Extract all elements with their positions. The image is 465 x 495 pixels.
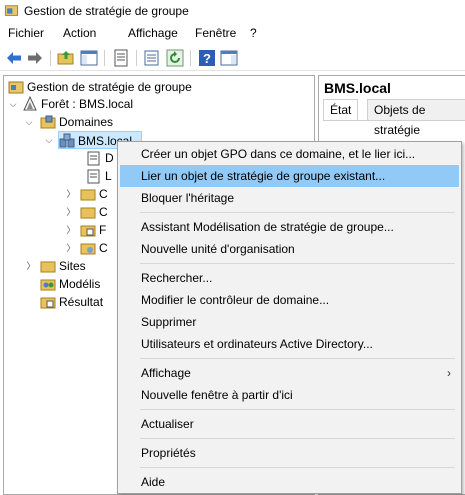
gpo-link-icon [87, 151, 100, 166]
menu-item-new-ou[interactable]: Nouvelle unité d'organisation [120, 238, 459, 260]
domain-icon [59, 133, 75, 148]
chevron-right-icon[interactable]: 〉 [66, 203, 76, 221]
gpo-link-icon [87, 169, 100, 184]
tree-item-sites[interactable]: Sites [40, 257, 120, 275]
console-pane-icon[interactable] [220, 49, 238, 67]
tree-item-modeling[interactable]: Modélis [40, 275, 120, 293]
forward-arrow-icon[interactable] [26, 49, 44, 67]
tab-etat[interactable]: État [323, 99, 359, 121]
gpmc-app-icon [4, 5, 19, 16]
tree-item-child[interactable]: C [80, 203, 120, 221]
refresh-icon[interactable] [166, 49, 184, 67]
wmi-folder-icon [80, 243, 96, 255]
menu-action[interactable]: Action [63, 26, 96, 40]
menu-help[interactable]: ? [250, 26, 257, 40]
menu-affichage[interactable]: Affichage [128, 26, 178, 40]
tree-label: Forêt : BMS.local [41, 97, 134, 111]
context-menu: Créer un objet GPO dans ce domaine, et l… [117, 141, 462, 494]
tree-item-child[interactable]: C [80, 239, 120, 257]
tree-label: C [99, 187, 108, 201]
menu-item-create-gpo[interactable]: Créer un objet GPO dans ce domaine, et l… [120, 143, 459, 165]
window-title: Gestion de stratégie de groupe [24, 4, 189, 18]
menu-item-aduc[interactable]: Utilisateurs et ordinateurs Active Direc… [120, 333, 459, 355]
tree-item-child[interactable]: F [80, 221, 120, 239]
toolbar: ? [0, 45, 465, 71]
results-icon [40, 297, 56, 309]
show-hide-tree-icon[interactable] [80, 49, 98, 67]
tree-item-gpmc-root[interactable]: Gestion de stratégie de groupe [8, 78, 308, 96]
toolbar-separator [190, 50, 191, 66]
title-bar: Gestion de stratégie de groupe [0, 0, 465, 22]
menu-fenetre[interactable]: Fenêtre [195, 26, 236, 40]
sites-folder-icon [40, 261, 56, 273]
toolbar-separator [104, 50, 105, 66]
chevron-down-icon[interactable]: ⌵ [8, 95, 18, 113]
menu-item-refresh[interactable]: Actualiser [120, 413, 459, 435]
export-list-icon[interactable] [143, 49, 161, 67]
chevron-right-icon[interactable]: 〉 [66, 185, 76, 203]
tree-item-forest[interactable]: Forêt : BMS.local [22, 95, 302, 113]
menu-fichier[interactable]: Fichier [8, 26, 44, 40]
gpmc-icon [8, 81, 24, 94]
forest-icon [23, 96, 37, 111]
chevron-right-icon: › [447, 366, 451, 380]
ou-folder-icon [80, 189, 96, 201]
gpo-folder-icon [80, 225, 96, 237]
chevron-right-icon[interactable]: 〉 [66, 221, 76, 239]
details-title: BMS.local [324, 80, 391, 96]
tree-label: F [99, 223, 107, 237]
tree-label: C [99, 205, 108, 219]
menu-separator [140, 358, 455, 359]
modeling-icon [40, 279, 56, 291]
help-icon[interactable]: ? [198, 49, 216, 67]
menu-separator [140, 438, 455, 439]
menu-separator [140, 409, 455, 410]
menu-bar: Fichier Action Affichage Fenêtre ? [0, 23, 465, 43]
tree-label: Modélis [59, 277, 101, 291]
menu-item-block-inheritance[interactable]: Bloquer l'héritage [120, 187, 459, 209]
menu-item-new-window[interactable]: Nouvelle fenêtre à partir d'ici [120, 384, 459, 406]
svg-text:?: ? [203, 51, 211, 66]
tree-item-domains[interactable]: Domaines [40, 113, 300, 131]
menu-separator [140, 263, 455, 264]
menu-item-search[interactable]: Rechercher... [120, 267, 459, 289]
toolbar-separator [136, 50, 137, 66]
menu-item-help[interactable]: Aide [120, 471, 459, 493]
menu-item-properties[interactable]: Propriétés [120, 442, 459, 464]
up-folder-icon[interactable] [57, 49, 75, 67]
chevron-down-icon[interactable]: ⌵ [24, 113, 34, 131]
menu-item-link-existing-gpo[interactable]: Lier un objet de stratégie de groupe exi… [120, 165, 459, 187]
tree-label: C [99, 241, 108, 255]
tree-label: Sites [59, 259, 86, 273]
menu-item-change-dc[interactable]: Modifier le contrôleur de domaine... [120, 289, 459, 311]
menu-item-delete[interactable]: Supprimer [120, 311, 459, 333]
chevron-right-icon[interactable]: 〉 [66, 239, 76, 257]
ou-folder-icon [80, 207, 96, 219]
chevron-down-icon[interactable]: ⌵ [44, 131, 54, 149]
tree-label: L [105, 169, 112, 183]
tree-label: Gestion de stratégie de groupe [27, 80, 192, 94]
domains-folder-icon [40, 115, 56, 129]
back-arrow-icon[interactable] [5, 49, 23, 67]
tree-item-child[interactable]: C [80, 185, 120, 203]
chevron-right-icon[interactable]: 〉 [26, 257, 36, 275]
menu-item-modeling-wizard[interactable]: Assistant Modélisation de stratégie de g… [120, 216, 459, 238]
tree-item-results[interactable]: Résultat [40, 293, 120, 311]
menu-item-view[interactable]: Affichage › [120, 362, 459, 384]
tree-label: Résultat [59, 295, 104, 309]
details-tabs: État Objets de stratégie [323, 99, 465, 137]
tree-label: Domaines [59, 115, 114, 129]
properties-icon[interactable] [112, 49, 130, 67]
toolbar-separator [50, 50, 51, 66]
menu-item-label: Affichage [141, 366, 191, 380]
tab-objets-strategie[interactable]: Objets de stratégie [367, 99, 465, 137]
menu-separator [140, 212, 455, 213]
tree-label: D [105, 151, 114, 165]
menu-separator [140, 467, 455, 468]
